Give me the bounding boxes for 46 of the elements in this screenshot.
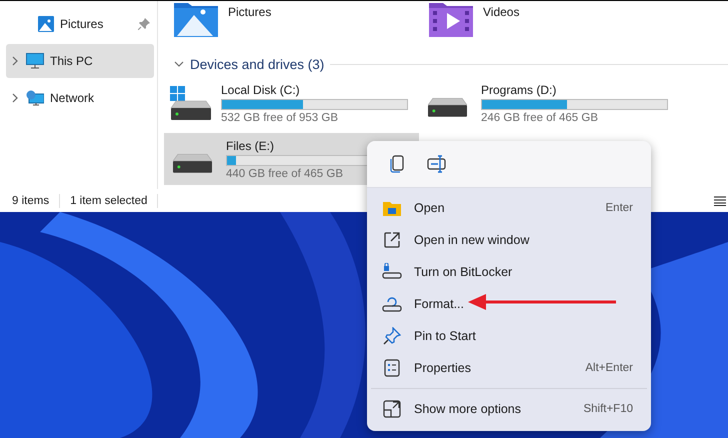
- properties-icon: [384, 359, 400, 377]
- details-view-icon[interactable]: [714, 196, 726, 206]
- nav-item[interactable]: Network: [6, 81, 154, 115]
- format-drive-icon: [382, 295, 402, 313]
- chevron-right-icon[interactable]: [10, 93, 20, 103]
- menu-item[interactable]: Turn on BitLocker: [367, 256, 651, 288]
- folder-icon: [382, 199, 402, 217]
- system-drive-icon: [170, 86, 211, 120]
- item-count: 9 items: [12, 195, 50, 207]
- drive-name: Programs (D:): [481, 82, 558, 96]
- more-options-icon: [383, 400, 401, 418]
- drive-name: Local Disk (C:): [221, 82, 301, 96]
- drive-item[interactable]: Programs (D:) 246 GB free of 465 GB: [419, 77, 674, 129]
- network-icon: [26, 90, 44, 106]
- free-space-label: 532 GB free of 953 GB: [221, 112, 339, 124]
- lock-drive-icon: [382, 263, 402, 281]
- folder-label[interactable]: Pictures: [228, 1, 272, 19]
- free-space-label: 246 GB free of 465 GB: [481, 112, 599, 124]
- drive-icon: [428, 98, 467, 117]
- shortcut-label: Alt+Enter: [585, 362, 633, 374]
- folder-label[interactable]: Videos: [483, 1, 520, 19]
- selection-count: 1 item selected: [70, 195, 148, 207]
- pin-icon: [383, 327, 401, 345]
- drive-name: Files (E:): [226, 138, 275, 152]
- menu-item[interactable]: Open Enter: [367, 192, 651, 224]
- section-title: Devices and drives (3): [190, 56, 324, 72]
- drive-icon: [173, 154, 212, 173]
- nav-label: Network: [50, 91, 94, 105]
- nav-item[interactable]: This PC: [6, 44, 154, 78]
- nav-label: Pictures: [60, 17, 104, 31]
- chevron-right-icon[interactable]: [10, 56, 20, 66]
- menu-item[interactable]: Properties Alt+Enter: [367, 352, 651, 384]
- nav-label: This PC: [50, 54, 93, 68]
- monitor-icon: [26, 53, 44, 69]
- picture-icon: [38, 16, 54, 32]
- menu-item[interactable]: Show more options Shift+F10: [367, 393, 651, 425]
- menu-item[interactable]: Open in new window: [367, 224, 651, 256]
- shortcut-label: Enter: [606, 202, 633, 214]
- menu-item[interactable]: Format...: [367, 288, 651, 320]
- shortcut-label: Shift+F10: [583, 403, 633, 415]
- menu-item[interactable]: Pin to Start: [367, 320, 651, 352]
- drive-item[interactable]: Local Disk (C:) 532 GB free of 953 GB: [164, 77, 419, 129]
- free-space-label: 440 GB free of 465 GB: [226, 168, 344, 180]
- chevron-down-icon[interactable]: [174, 61, 184, 67]
- nav-item[interactable]: Pictures: [6, 7, 154, 41]
- external-window-icon: [383, 231, 401, 249]
